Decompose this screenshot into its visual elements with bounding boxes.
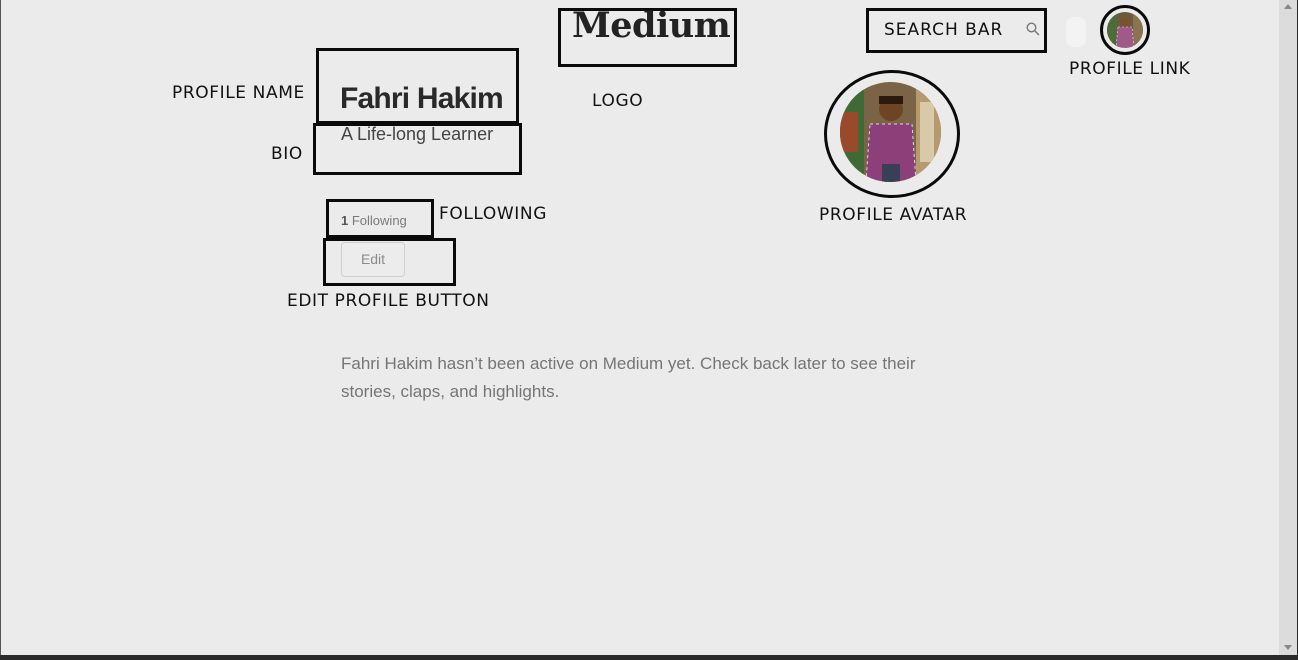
edit-profile-button[interactable]: Edit	[341, 242, 405, 277]
search-bar-label: SEARCH BAR	[884, 20, 1004, 40]
notifications-button[interactable]	[1066, 17, 1086, 47]
bio-annotation: BIO	[271, 144, 303, 164]
following-link[interactable]: 1 Following	[341, 213, 407, 228]
profile-name: Fahri Hakim	[340, 82, 504, 115]
profile-avatar-photo	[840, 82, 941, 182]
inactive-message: Fahri Hakim hasn’t been active on Medium…	[341, 354, 916, 401]
profile-name-annotation: PROFILE NAME	[172, 83, 305, 103]
medium-profile-page: Medium LOGO SEARCH BAR PROFILE LINK PROF…	[0, 0, 1297, 655]
scroll-down-arrow-icon[interactable]	[1284, 645, 1292, 650]
profile-bio: A Life-long Learner	[341, 124, 494, 144]
following-label: Following	[351, 213, 407, 228]
search-icon[interactable]	[1026, 22, 1040, 36]
profile-link-photo	[1107, 12, 1143, 48]
profile-link-annotation: PROFILE LINK	[1069, 59, 1191, 79]
profile-link-avatar	[1107, 12, 1143, 48]
profile-avatar-annotation: PROFILE AVATAR	[819, 205, 968, 225]
following-annotation: FOLLOWING	[439, 204, 547, 224]
edit-profile-button-annotation: EDIT PROFILE BUTTON	[287, 291, 490, 311]
medium-logo[interactable]: Medium	[572, 5, 731, 46]
vertical-scrollbar[interactable]	[1279, 0, 1297, 655]
scroll-up-arrow-icon[interactable]	[1284, 4, 1292, 9]
logo-annotation: LOGO	[592, 91, 644, 111]
profile-avatar	[840, 82, 941, 182]
following-count: 1	[341, 213, 349, 228]
